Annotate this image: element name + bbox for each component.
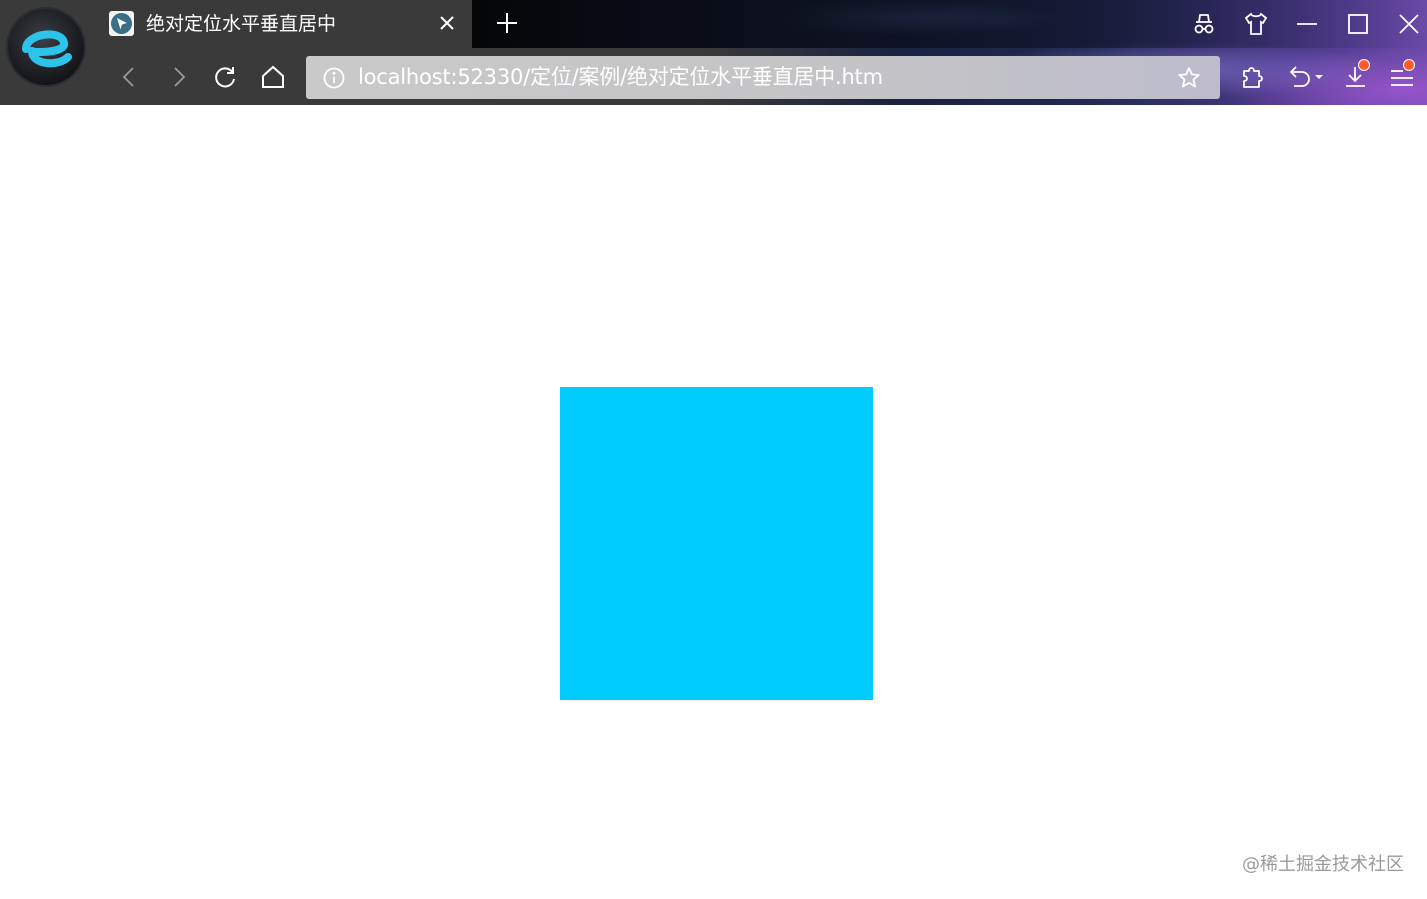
- home-icon[interactable]: [259, 63, 287, 91]
- close-window-icon[interactable]: [1395, 10, 1423, 38]
- browser-chrome: 绝对定位水平垂直居中 localhost:52330/定位/案例/绝对定位水平垂…: [0, 0, 1427, 105]
- close-icon[interactable]: [436, 12, 458, 34]
- centered-box: [560, 387, 873, 700]
- star-icon[interactable]: [1176, 65, 1202, 91]
- browser-logo-icon: [22, 30, 72, 68]
- info-icon[interactable]: [322, 66, 346, 90]
- tab-title: 绝对定位水平垂直居中: [146, 13, 337, 35]
- cursor-favicon-icon: [109, 11, 134, 36]
- page-viewport: @稀土掘金技术社区: [0, 105, 1427, 899]
- minimize-icon[interactable]: [1293, 10, 1321, 38]
- tabstrip-background: [472, 0, 1427, 48]
- address-url[interactable]: localhost:52330/定位/案例/绝对定位水平垂直居中.htm: [358, 64, 883, 91]
- menu-badge: [1403, 59, 1415, 71]
- incognito-icon[interactable]: [1190, 10, 1218, 38]
- skin-shirt-icon[interactable]: [1242, 10, 1270, 38]
- tab-active[interactable]: 绝对定位水平垂直居中: [96, 0, 472, 48]
- back-arrow-icon[interactable]: [116, 63, 144, 91]
- reload-icon[interactable]: [211, 63, 239, 91]
- menu-icon[interactable]: [1387, 59, 1417, 92]
- download-badge: [1358, 59, 1370, 71]
- plus-icon[interactable]: [494, 10, 520, 36]
- browser-logo[interactable]: [8, 9, 84, 85]
- maximize-icon[interactable]: [1344, 10, 1372, 38]
- address-bar[interactable]: localhost:52330/定位/案例/绝对定位水平垂直居中.htm: [306, 56, 1220, 99]
- undo-close-tab-icon[interactable]: [1285, 62, 1327, 92]
- extensions-puzzle-icon[interactable]: [1238, 62, 1268, 92]
- forward-arrow-icon[interactable]: [165, 63, 193, 91]
- watermark: @稀土掘金技术社区: [1242, 854, 1404, 875]
- download-icon[interactable]: [1341, 59, 1371, 92]
